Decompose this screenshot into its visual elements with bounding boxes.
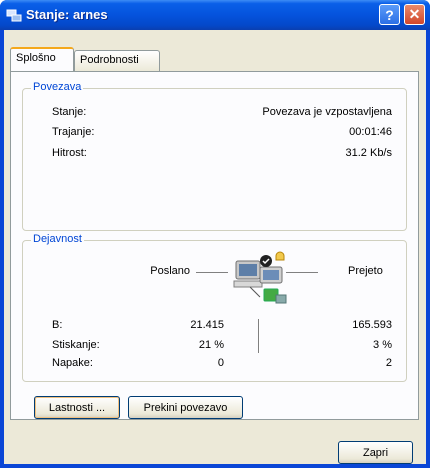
errors-sent-value: 0 [217,357,224,369]
status-label: Stanje: [52,106,87,118]
dialog-window: Stanje: arnes ? ✕ Splošno Podrobnosti Po… [0,0,430,468]
errors-received-value: 2 [385,357,392,369]
compression-received-value: 3 % [373,339,392,351]
window-frame-right [426,30,430,468]
compression-label: Stiskanje: [52,339,100,351]
bytes-received-value: 165.593 [352,319,392,331]
bytes-sent-value: 21.415 [190,319,224,331]
activity-column-divider [258,319,260,353]
window-frame-bottom [0,464,430,468]
properties-button[interactable]: Lastnosti ... [34,396,120,419]
errors-label: Napake: [52,357,93,369]
duration-value: 00:01:46 [349,126,392,138]
title-bar[interactable]: Stanje: arnes ? ✕ [0,0,430,30]
speed-value: 31.2 Kb/s [345,147,392,159]
received-header: Prejeto [348,265,383,277]
status-value: Povezava je vzpostavljena [262,106,392,118]
duration-label: Trajanje: [52,126,95,138]
sent-connector-line [196,272,228,273]
disconnect-button[interactable]: Prekini povezavo [128,396,243,419]
network-activity-computers-icon [233,251,287,304]
close-button[interactable]: Zapri [338,441,413,464]
compression-sent-value: 21 % [198,339,224,351]
tab-details[interactable]: Podrobnosti [74,50,160,71]
tab-general[interactable]: Splošno [10,47,74,71]
activity-group-legend: Dejavnost [31,233,84,245]
help-button[interactable]: ? [379,4,400,25]
sent-header: Poslano [150,265,190,277]
speed-label: Hitrost: [52,147,87,159]
network-connection-icon [6,9,22,22]
bytes-label: B: [52,319,63,331]
window-title: Stanje: arnes [26,7,108,22]
connection-group-legend: Povezava [31,81,84,93]
close-window-button[interactable]: ✕ [404,4,425,25]
